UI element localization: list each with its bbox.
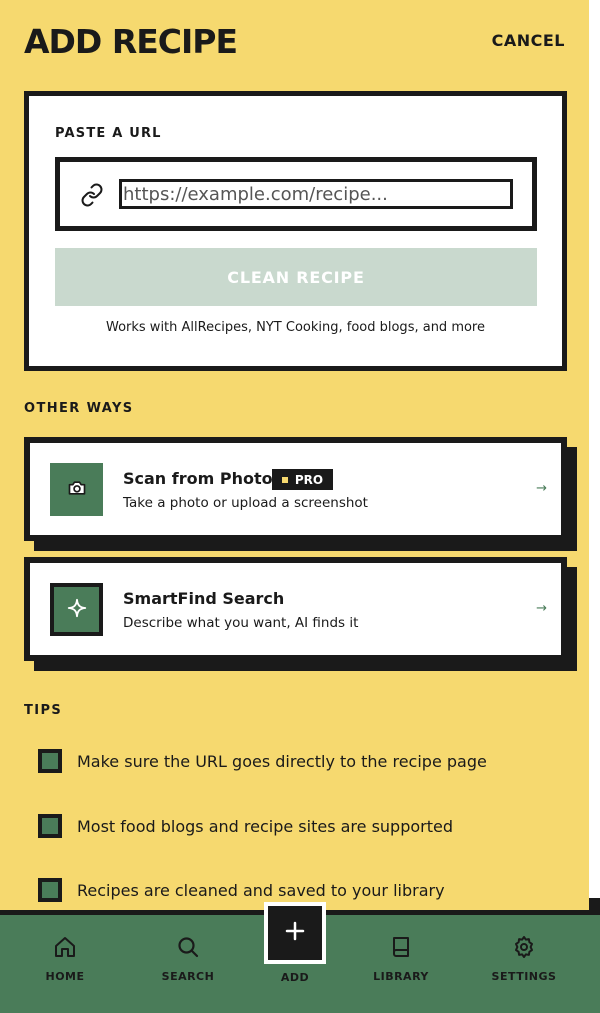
right-edge-top — [589, 0, 600, 898]
tip-text: Most food blogs and recipe sites are sup… — [77, 816, 454, 836]
scan-option-icon-tile — [50, 463, 103, 516]
nav-label-library: LIBRARY — [373, 970, 429, 983]
page-title: ADD RECIPE — [24, 22, 238, 61]
nav-label-settings: SETTINGS — [491, 970, 557, 983]
tips-heading: TIPS — [24, 703, 63, 718]
tip-item: Most food blogs and recipe sites are sup… — [38, 813, 453, 839]
nav-item-settings[interactable]: SETTINGS — [479, 935, 569, 983]
tip-item: Recipes are cleaned and saved to your li… — [38, 877, 445, 903]
pro-badge: PRO — [272, 469, 333, 490]
nav-label-home: HOME — [45, 970, 85, 983]
tip-bullet-icon — [38, 814, 62, 838]
search-icon — [176, 935, 200, 963]
gear-icon — [512, 935, 536, 963]
tip-text: Make sure the URL goes directly to the r… — [77, 751, 487, 771]
card-face: SmartFind Search Describe what you want,… — [24, 557, 567, 661]
tip-item: Make sure the URL goes directly to the r… — [38, 748, 487, 774]
nav-item-home[interactable]: HOME — [20, 935, 110, 983]
tip-text: Recipes are cleaned and saved to your li… — [77, 880, 445, 900]
other-ways-heading: OTHER WAYS — [24, 401, 134, 416]
recipe-url-input[interactable] — [119, 179, 513, 209]
tip-bullet-icon — [38, 878, 62, 902]
book-icon — [389, 935, 413, 963]
url-input-container[interactable] — [55, 157, 537, 231]
paste-url-card: PASTE A URL CLEAN RECIPE Works with AllR… — [24, 91, 567, 371]
arrow-right-icon: → — [536, 601, 547, 616]
scan-from-photo-card[interactable]: Scan from Photo PRO Take a photo or uplo… — [24, 437, 577, 551]
smartfind-option-subtitle: Describe what you want, AI finds it — [123, 615, 359, 631]
smartfind-option-icon-tile — [50, 583, 103, 636]
camera-icon — [67, 478, 87, 502]
right-edge — [589, 0, 600, 1013]
link-icon — [80, 183, 104, 207]
nav-label-add: ADD — [280, 971, 310, 984]
card-face: Scan from Photo PRO Take a photo or uplo… — [24, 437, 567, 541]
plus-icon — [283, 919, 307, 947]
scan-option-title: Scan from Photo — [123, 469, 273, 488]
sparkle-icon — [66, 597, 88, 623]
arrow-right-icon: → — [536, 481, 547, 496]
cancel-button[interactable]: CANCEL — [492, 31, 565, 50]
paste-url-label: PASTE A URL — [55, 126, 162, 141]
scan-option-subtitle: Take a photo or upload a screenshot — [123, 495, 368, 511]
nav-label-search: SEARCH — [161, 970, 215, 983]
pro-badge-label: PRO — [294, 472, 324, 487]
clean-recipe-button[interactable]: CLEAN RECIPE — [55, 248, 537, 306]
tip-bullet-icon — [38, 749, 62, 773]
supported-sites-note: Works with AllRecipes, NYT Cooking, food… — [105, 320, 485, 335]
add-button[interactable] — [264, 902, 326, 964]
smartfind-search-card[interactable]: SmartFind Search Describe what you want,… — [24, 557, 577, 671]
nav-item-search[interactable]: SEARCH — [143, 935, 233, 983]
lock-icon — [281, 476, 288, 483]
smartfind-option-title: SmartFind Search — [123, 589, 285, 608]
home-icon — [53, 935, 77, 963]
nav-item-library[interactable]: LIBRARY — [356, 935, 446, 983]
app-screen: ADD RECIPE CANCEL PASTE A URL CLEAN RECI… — [0, 0, 589, 1013]
